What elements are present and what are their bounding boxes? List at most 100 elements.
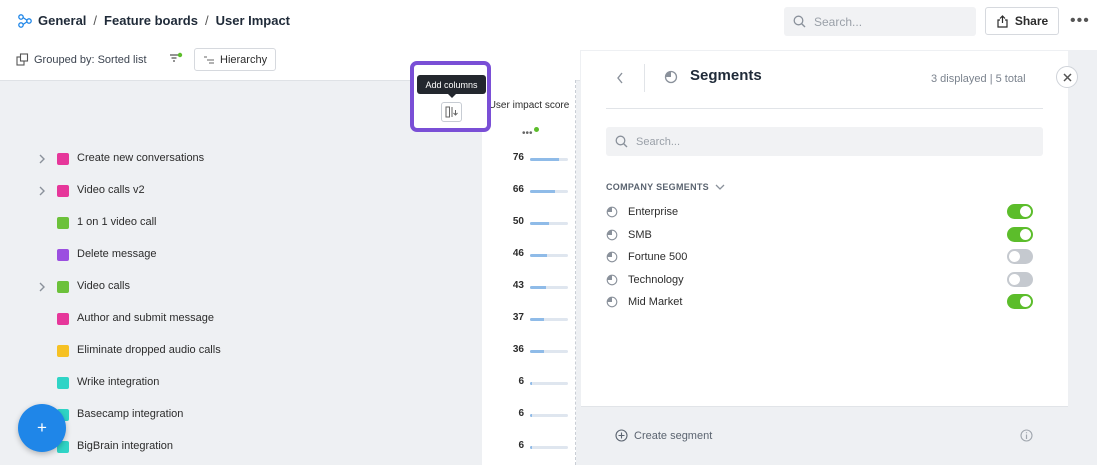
- segment-toggle[interactable]: [1007, 226, 1033, 242]
- feature-score: 6: [518, 440, 524, 451]
- segments-count: 3 displayed | 5 total: [931, 73, 1026, 85]
- close-panel-button[interactable]: [1056, 66, 1078, 88]
- feature-row[interactable]: Basecamp integration 6: [0, 400, 576, 432]
- feature-name[interactable]: Eliminate dropped audio calls: [77, 344, 221, 356]
- search-icon: [793, 15, 806, 28]
- hierarchy-button[interactable]: Hierarchy: [194, 48, 277, 71]
- feature-row[interactable]: Delete message 46: [0, 240, 576, 272]
- segment-toggle[interactable]: [1007, 271, 1033, 287]
- score-bar: [530, 222, 568, 225]
- feature-score: 6: [518, 376, 524, 387]
- feature-name[interactable]: Author and submit message: [77, 312, 214, 324]
- feature-name[interactable]: Create new conversations: [77, 152, 204, 164]
- company-segments-header[interactable]: COMPANY SEGMENTS: [606, 182, 725, 192]
- grouped-by-control[interactable]: Grouped by: Sorted list: [16, 53, 147, 66]
- segment-icon: [606, 251, 618, 263]
- segment-item: Technology: [606, 271, 1036, 292]
- filter-icon[interactable]: [169, 52, 183, 66]
- feature-color-swatch: [57, 153, 69, 165]
- score-bar: [530, 158, 568, 161]
- breadcrumb: General / Feature boards / User Impact: [18, 13, 290, 28]
- breadcrumb-feature-boards[interactable]: Feature boards: [104, 13, 198, 28]
- feature-row[interactable]: 1 on 1 video call 50: [0, 208, 576, 240]
- feature-color-swatch: [57, 217, 69, 229]
- column-menu-icon[interactable]: •••: [522, 128, 533, 139]
- feature-row[interactable]: Create new conversations 76: [0, 144, 576, 176]
- segment-toggle[interactable]: [1007, 294, 1033, 309]
- feature-score: 76: [512, 152, 524, 163]
- score-bar: [530, 382, 568, 385]
- segment-toggle[interactable]: [1007, 249, 1033, 264]
- feature-row[interactable]: Wrike integration 6: [0, 368, 576, 400]
- more-options-icon[interactable]: •••: [1070, 12, 1090, 30]
- add-columns-icon: [445, 106, 458, 118]
- score-column-header[interactable]: User impact score: [482, 100, 576, 111]
- share-label: Share: [1014, 14, 1049, 28]
- feature-name[interactable]: Video calls: [77, 280, 130, 292]
- segment-icon: [606, 296, 618, 308]
- add-columns-button[interactable]: [441, 102, 462, 122]
- segment-icon: [606, 206, 618, 218]
- list-toolbar: Grouped by: Sorted list Hierarchy: [0, 44, 580, 80]
- back-chevron-icon[interactable]: [615, 71, 625, 85]
- feature-score: 6: [518, 408, 524, 419]
- feature-name[interactable]: BigBrain integration: [77, 440, 173, 452]
- chevron-right-icon[interactable]: [38, 153, 46, 165]
- chevron-down-icon: [715, 184, 725, 190]
- grouped-by-label: Grouped by: Sorted list: [34, 53, 147, 66]
- breadcrumb-separator: /: [204, 13, 209, 28]
- share-icon: [997, 14, 1008, 28]
- feature-score: 37: [512, 312, 524, 323]
- hierarchy-icon: [204, 55, 214, 64]
- segment-toggle[interactable]: [1007, 204, 1033, 219]
- create-segment-button[interactable]: Create segment: [615, 429, 712, 442]
- search-placeholder: Search...: [814, 14, 863, 29]
- feature-name[interactable]: Basecamp integration: [77, 408, 183, 420]
- score-bar: [530, 190, 568, 193]
- feature-row[interactable]: Author and submit message 37: [0, 304, 576, 336]
- status-dot: [534, 127, 539, 132]
- segment-name: Fortune 500: [628, 251, 688, 263]
- feature-row[interactable]: Eliminate dropped audio calls 36: [0, 336, 576, 368]
- segment-item: Mid Market: [606, 294, 1036, 314]
- segment-icon: [664, 70, 678, 84]
- feature-score: 66: [512, 184, 524, 195]
- add-feature-fab[interactable]: +: [18, 404, 66, 452]
- feature-name[interactable]: 1 on 1 video call: [77, 216, 157, 228]
- feature-name[interactable]: Delete message: [77, 248, 157, 260]
- segment-name: Technology: [628, 273, 684, 286]
- score-bar: [530, 414, 568, 417]
- chevron-right-icon[interactable]: [38, 281, 46, 293]
- share-button[interactable]: Share: [985, 7, 1059, 35]
- segment-name: SMB: [628, 228, 652, 241]
- plus-circle-icon: [615, 429, 628, 442]
- breadcrumb-user-impact[interactable]: User Impact: [216, 13, 290, 28]
- segment-icon: [606, 229, 618, 240]
- feature-row[interactable]: Video calls v2 66: [0, 176, 576, 208]
- feature-name[interactable]: Wrike integration: [77, 376, 159, 388]
- feature-name[interactable]: Video calls v2: [77, 184, 145, 196]
- chevron-right-icon[interactable]: [38, 185, 46, 197]
- breadcrumb-general[interactable]: General: [38, 13, 86, 28]
- breadcrumb-separator: /: [93, 13, 98, 28]
- score-bar: [530, 318, 568, 321]
- feature-row[interactable]: Video calls 43: [0, 272, 576, 304]
- feature-score: 43: [512, 280, 524, 291]
- feature-color-swatch: [57, 249, 69, 261]
- hierarchy-label: Hierarchy: [220, 53, 268, 66]
- feature-color-swatch: [57, 345, 69, 357]
- segment-item: SMB: [606, 226, 1036, 247]
- feature-row[interactable]: BigBrain integration 6: [0, 432, 576, 464]
- board-icon: [18, 13, 32, 28]
- score-bar: [530, 254, 568, 257]
- search-icon: [615, 135, 628, 148]
- score-bar: [530, 286, 568, 289]
- divider: [606, 108, 1043, 109]
- group-icon: [16, 53, 29, 66]
- score-bar: [530, 350, 568, 353]
- header-divider: [644, 64, 645, 92]
- search-input[interactable]: Search...: [784, 7, 976, 36]
- segment-search-input[interactable]: Search...: [606, 127, 1043, 156]
- segment-name: Mid Market: [628, 296, 683, 308]
- info-icon[interactable]: [1020, 429, 1033, 442]
